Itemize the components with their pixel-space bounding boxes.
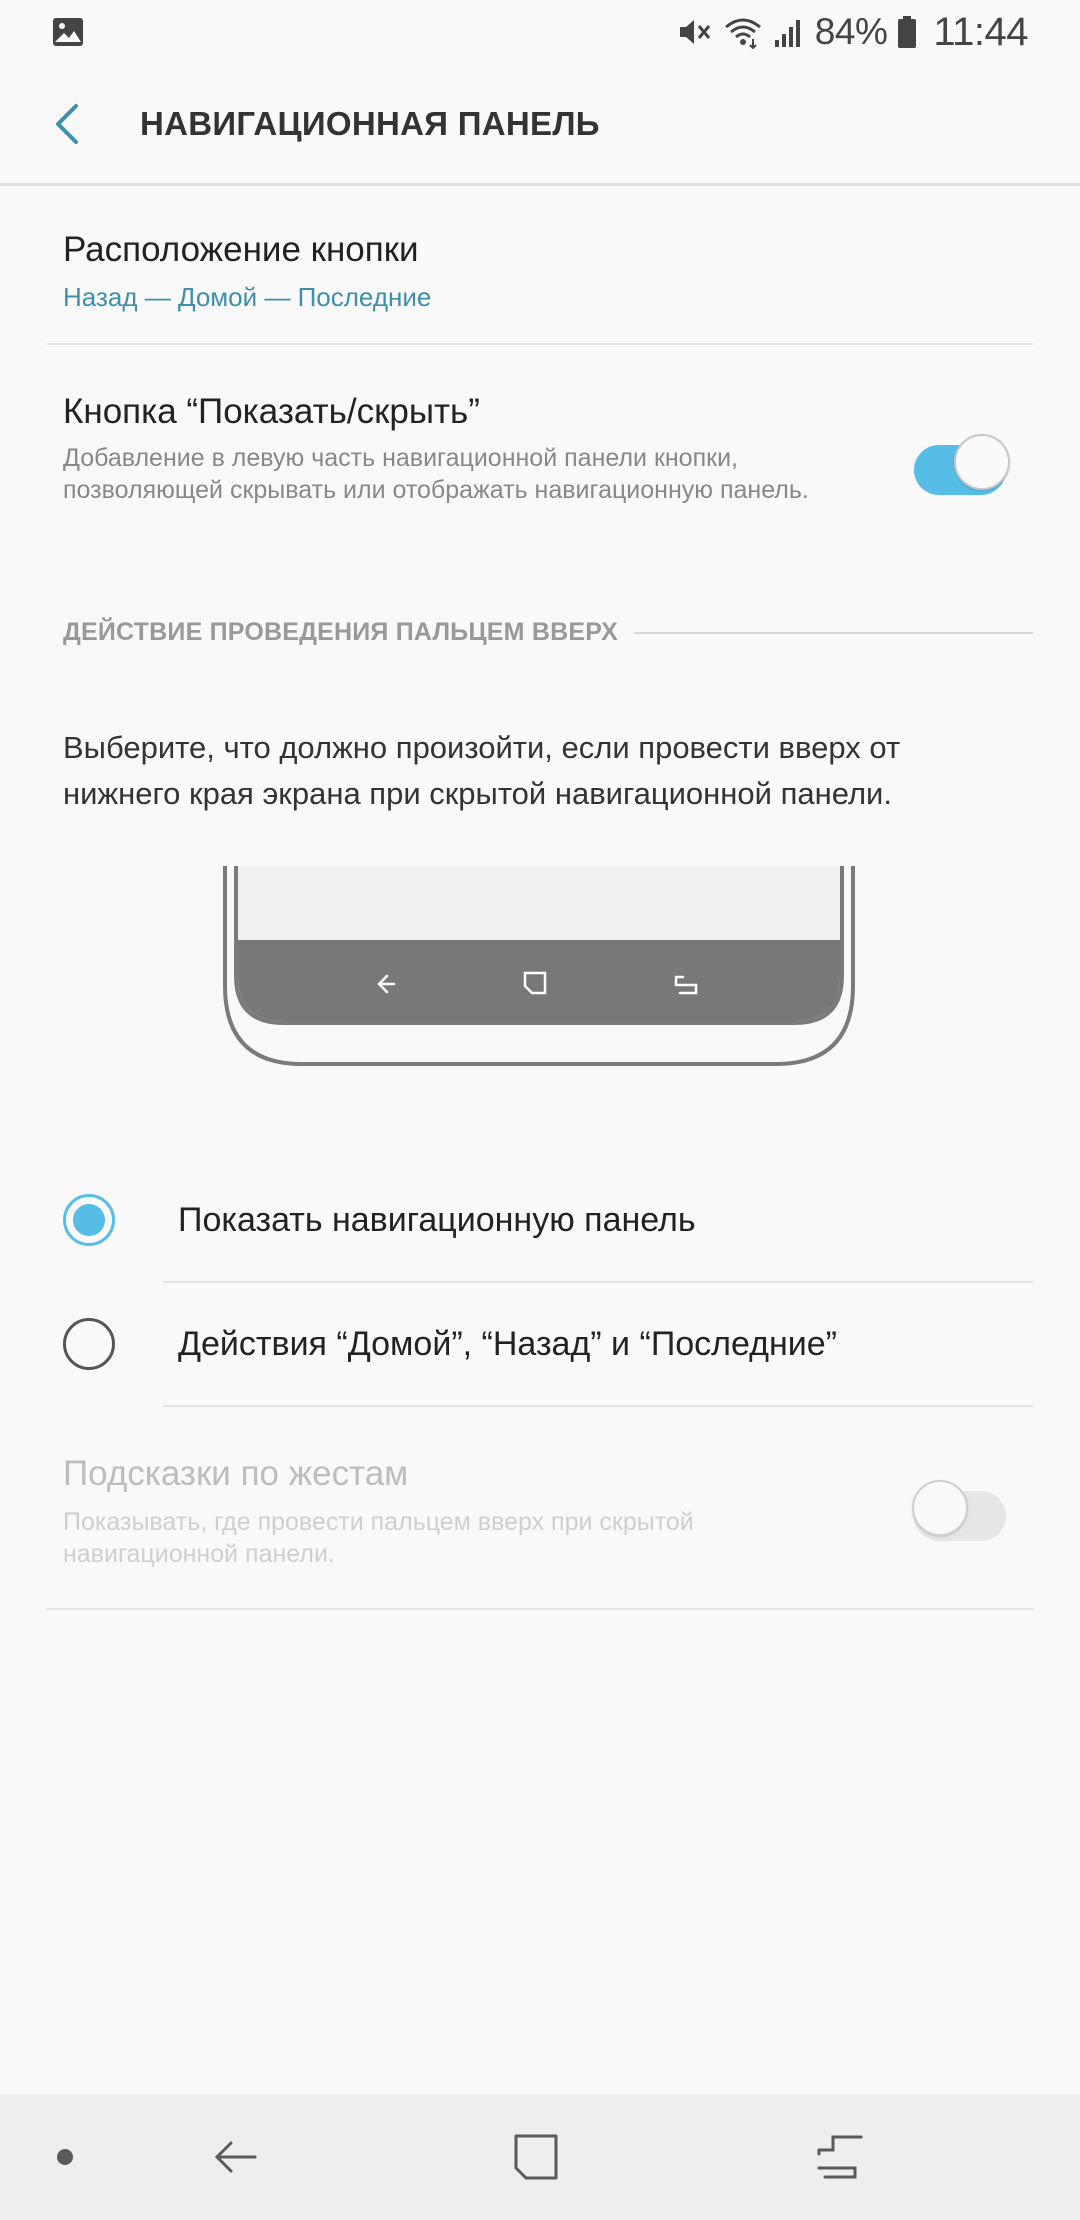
show-hide-button-description: Добавление в левую часть навигационной п…: [63, 444, 809, 504]
show-hide-button-setting[interactable]: Кнопка “Показать/скрыть” Добавление в ле…: [0, 392, 1080, 552]
dot-icon: [56, 2148, 74, 2166]
battery-percent: 84%: [814, 11, 888, 52]
nav-show-hide-button[interactable]: [30, 2094, 100, 2220]
navigation-bar: [0, 2094, 1080, 2220]
radio-dot: [73, 1204, 105, 1236]
clock: 11:44: [933, 9, 1028, 54]
divider: [163, 1405, 1033, 1407]
section-header-label: ДЕЙСТВИЕ ПРОВЕДЕНИЯ ПАЛЬЦЕМ ВВЕРХ: [63, 618, 619, 646]
show-hide-toggle[interactable]: [912, 430, 1010, 495]
nav-back-button[interactable]: [175, 2094, 295, 2220]
divider: [47, 1608, 1033, 1610]
gesture-hints-setting: Подсказки по жестам Показывать, где пров…: [0, 1454, 1080, 1604]
home-icon: [510, 2132, 560, 2182]
mute-icon: [677, 15, 713, 49]
radio-button-checked[interactable]: [63, 1194, 115, 1246]
button-layout-title: Расположение кнопки: [63, 230, 419, 269]
button-layout-value: Назад — Домой — Последние: [63, 282, 432, 312]
toggle-knob: [954, 434, 1010, 490]
gesture-hints-description: Показывать, где провести пальцем вверх п…: [63, 1508, 694, 1568]
toggle-knob: [912, 1480, 968, 1536]
battery-icon: [897, 15, 917, 49]
divider: [47, 343, 1033, 345]
nav-home-button[interactable]: [475, 2094, 595, 2220]
chevron-left-icon: [52, 102, 82, 146]
radio-label-nav-actions: Действия “Домой”, “Назад” и “Последние”: [178, 1324, 837, 1363]
nav-recents-button[interactable]: [780, 2094, 900, 2220]
gallery-icon: [52, 17, 84, 47]
swipe-description: Выберите, что должно произойти, если про…: [63, 730, 901, 811]
gesture-hints-title: Подсказки по жестам: [63, 1454, 409, 1493]
radio-label-show-nav: Показать навигационную панель: [178, 1200, 696, 1239]
section-header-line: [634, 631, 1033, 634]
section-header: ДЕЙСТВИЕ ПРОВЕДЕНИЯ ПАЛЬЦЕМ ВВЕРХ: [63, 618, 1033, 647]
recents-icon: [815, 2132, 865, 2182]
radio-option-show-nav[interactable]: Показать навигационную панель: [0, 1158, 1080, 1282]
button-layout-setting[interactable]: Расположение кнопки Назад — Домой — Посл…: [0, 186, 1080, 344]
status-bar: 84% 11:44: [0, 0, 1080, 64]
radio-option-nav-actions[interactable]: Действия “Домой”, “Назад” и “Последние”: [0, 1282, 1080, 1406]
signal-icon: [773, 16, 805, 48]
page-title: НАВИГАЦИОННАЯ ПАНЕЛЬ: [140, 104, 600, 142]
phone-bottom-illustration: [222, 866, 856, 1068]
back-button[interactable]: [0, 63, 140, 185]
radio-button-unchecked[interactable]: [63, 1318, 115, 1370]
gesture-hints-toggle: [912, 1476, 1010, 1541]
wifi-icon: [723, 15, 763, 49]
show-hide-button-title: Кнопка “Показать/скрыть”: [63, 392, 480, 431]
app-header: НАВИГАЦИОННАЯ ПАНЕЛЬ: [0, 64, 1080, 186]
back-icon: [211, 2133, 259, 2181]
